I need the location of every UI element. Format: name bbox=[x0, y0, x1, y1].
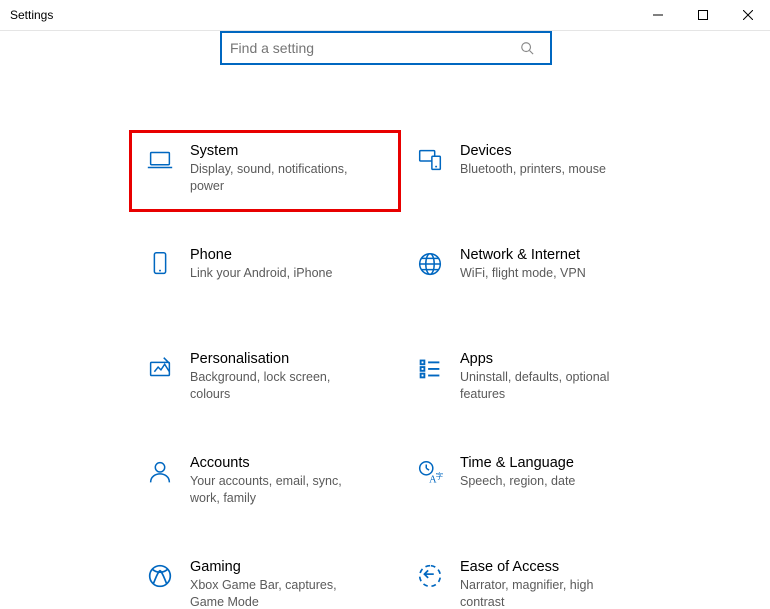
phone-icon bbox=[138, 247, 182, 303]
tile-title: Phone bbox=[190, 247, 392, 263]
tile-title: Apps bbox=[460, 351, 662, 367]
window-controls bbox=[635, 0, 770, 30]
tile-desc: Link your Android, iPhone bbox=[190, 265, 360, 282]
search-icon bbox=[520, 41, 550, 55]
tile-phone[interactable]: Phone Link your Android, iPhone bbox=[130, 235, 400, 315]
settings-grid: System Display, sound, notifications, po… bbox=[130, 131, 740, 609]
tile-desc: Speech, region, date bbox=[460, 473, 630, 490]
laptop-icon bbox=[138, 143, 182, 199]
tile-ease-of-access[interactable]: Ease of Access Narrator, magnifier, high… bbox=[400, 547, 670, 609]
devices-icon bbox=[408, 143, 452, 199]
tile-title: Accounts bbox=[190, 455, 392, 471]
tile-title: System bbox=[190, 143, 392, 159]
tile-desc: Your accounts, email, sync, work, family bbox=[190, 473, 360, 507]
svg-text:字: 字 bbox=[436, 471, 444, 481]
tile-gaming[interactable]: Gaming Xbox Game Bar, captures, Game Mod… bbox=[130, 547, 400, 609]
settings-home: System Display, sound, notifications, po… bbox=[0, 31, 770, 609]
minimize-button[interactable] bbox=[635, 0, 680, 30]
tile-title: Ease of Access bbox=[460, 559, 662, 575]
tile-desc: Xbox Game Bar, captures, Game Mode bbox=[190, 577, 360, 609]
tile-desc: Background, lock screen, colours bbox=[190, 369, 360, 403]
tile-personalisation[interactable]: Personalisation Background, lock screen,… bbox=[130, 339, 400, 419]
tile-desc: Uninstall, defaults, optional features bbox=[460, 369, 630, 403]
tile-apps[interactable]: Apps Uninstall, defaults, optional featu… bbox=[400, 339, 670, 419]
search-box[interactable] bbox=[220, 31, 552, 65]
list-icon bbox=[408, 351, 452, 407]
tile-accounts[interactable]: Accounts Your accounts, email, sync, wor… bbox=[130, 443, 400, 523]
maximize-button[interactable] bbox=[680, 0, 725, 30]
tile-desc: WiFi, flight mode, VPN bbox=[460, 265, 630, 282]
paint-icon bbox=[138, 351, 182, 407]
tile-network[interactable]: Network & Internet WiFi, flight mode, VP… bbox=[400, 235, 670, 315]
tile-title: Devices bbox=[460, 143, 662, 159]
time-language-icon: A 字 bbox=[408, 455, 452, 511]
tile-title: Gaming bbox=[190, 559, 392, 575]
close-button[interactable] bbox=[725, 0, 770, 30]
tile-time-language[interactable]: A 字 Time & Language Speech, region, date bbox=[400, 443, 670, 523]
person-icon bbox=[138, 455, 182, 511]
tile-desc: Narrator, magnifier, high contrast bbox=[460, 577, 630, 609]
tile-title: Time & Language bbox=[460, 455, 662, 471]
tile-devices[interactable]: Devices Bluetooth, printers, mouse bbox=[400, 131, 670, 211]
xbox-icon bbox=[138, 559, 182, 609]
tile-title: Personalisation bbox=[190, 351, 392, 367]
titlebar: Settings bbox=[0, 0, 770, 31]
tile-desc: Bluetooth, printers, mouse bbox=[460, 161, 630, 178]
tile-title: Network & Internet bbox=[460, 247, 662, 263]
globe-icon bbox=[408, 247, 452, 303]
tile-system[interactable]: System Display, sound, notifications, po… bbox=[130, 131, 400, 211]
ease-icon bbox=[408, 559, 452, 609]
tile-desc: Display, sound, notifications, power bbox=[190, 161, 360, 195]
search-input[interactable] bbox=[222, 33, 520, 63]
window-title: Settings bbox=[10, 8, 53, 22]
